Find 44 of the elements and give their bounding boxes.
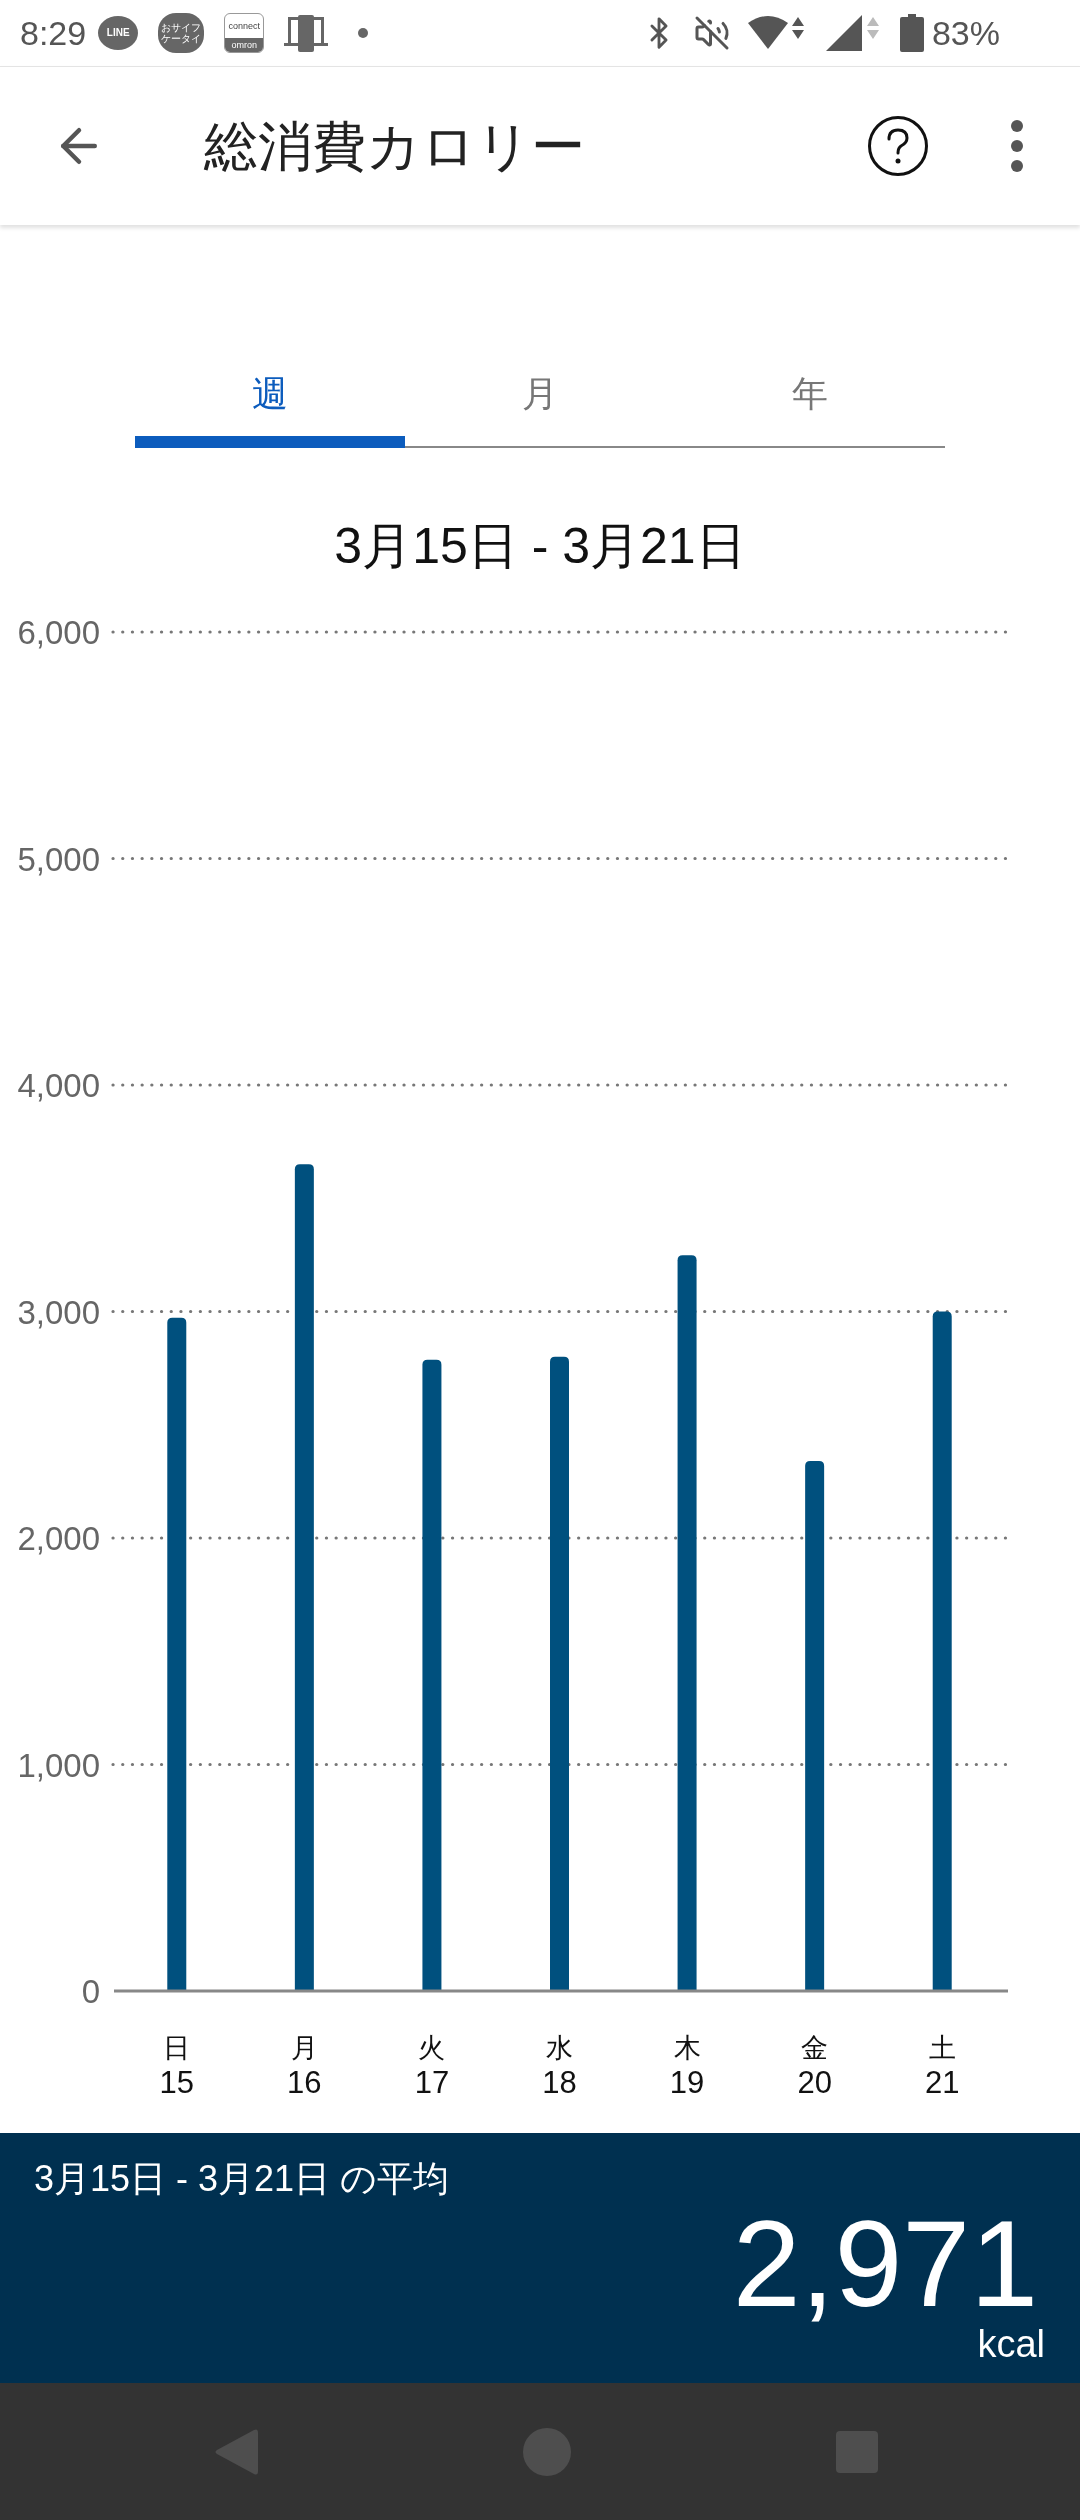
weekday-label: 土: [928, 2033, 956, 2063]
date-label: 18: [542, 2065, 577, 2100]
date-label: 17: [414, 2065, 450, 2100]
unit-label: kcal: [977, 2325, 1045, 2363]
wallet-app-logo: おサイフ ケータイ: [158, 13, 205, 53]
cell-signal-icon: [825, 15, 882, 51]
screen-title: 総消費カロリー: [204, 119, 585, 173]
more-vertical-icon: [1010, 119, 1024, 173]
chat-app-logo: LINE: [98, 16, 139, 50]
battery-icon: [899, 14, 924, 52]
period-tab[interactable]: 月: [405, 350, 675, 448]
period-tab[interactable]: 週: [135, 350, 405, 448]
battery-percent: 83%: [931, 16, 1000, 50]
y-axis-label: 5,000: [17, 840, 100, 878]
y-axis-label: 4,000: [17, 1067, 100, 1104]
y-axis-label: 6,000: [17, 614, 100, 651]
date-label: 16: [287, 2065, 322, 2100]
date-label: 19: [669, 2065, 705, 2100]
help-icon: [868, 116, 928, 176]
weekday-label: 火: [418, 2033, 446, 2063]
home-circle-icon: [523, 2427, 571, 2476]
period-title: 3月15日 - 3月21日: [334, 517, 746, 576]
average-value: 2,971: [732, 2203, 1038, 2325]
weekday-label: 水: [546, 2033, 573, 2063]
back-triangle-icon: [214, 2427, 258, 2476]
weekday-label: 月: [290, 2033, 318, 2063]
y-axis-label: 0: [81, 1973, 100, 2010]
recents-square-icon: [836, 2430, 878, 2473]
weekday-label: 木: [673, 2033, 701, 2063]
phone-in-frame-icon: [284, 13, 329, 53]
date-label: 20: [797, 2065, 832, 2100]
average-period-label: 3月15日 - 3月21日 の平均: [34, 2159, 450, 2199]
date-label: 15: [159, 2065, 195, 2100]
date-label: 21: [924, 2065, 960, 2100]
mute-icon: [693, 15, 730, 51]
y-axis-label: 3,000: [17, 1293, 100, 1331]
y-axis-label: 1,000: [17, 1746, 100, 1784]
period-tab[interactable]: 年: [675, 350, 945, 448]
weekday-label: 日: [163, 2033, 191, 2063]
status-time: 8:29: [20, 16, 87, 50]
y-axis-label: 2,000: [17, 1520, 100, 1557]
connect-app-logo: connect omron: [224, 13, 265, 53]
notification-dot-icon: [358, 28, 369, 38]
weekday-label: 金: [801, 2033, 829, 2063]
